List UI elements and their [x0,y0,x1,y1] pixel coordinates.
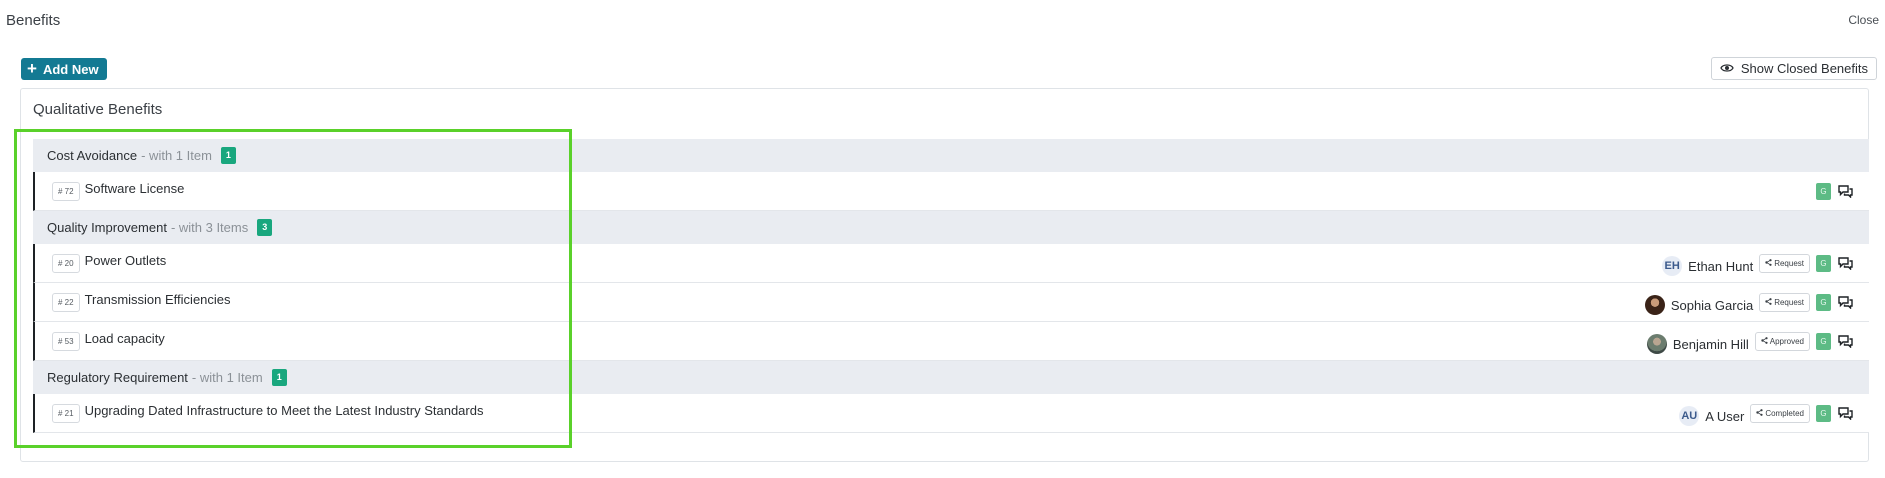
id-chip: # 72 [52,181,80,201]
qualitative-benefits-panel: Qualitative Benefits Cost Avoidance - wi… [20,88,1869,462]
plus-icon: + [27,59,37,78]
g-badge: G [1816,182,1831,200]
benefit-title[interactable]: Load capacity [85,331,165,346]
close-button[interactable]: Close [1848,13,1879,27]
avatar: EH [1662,256,1683,276]
g-badge: G [1816,404,1831,422]
avatar: AU [1679,406,1700,426]
chat-icon[interactable] [1837,184,1853,198]
status-label: Request [1774,258,1804,268]
group-subtitle: - with 1 Item [191,370,263,385]
owner-name: Benjamin Hill [1672,336,1749,352]
benefit-title[interactable]: Upgrading Dated Infrastructure to Meet t… [85,403,484,418]
g-badge: G [1816,254,1831,272]
group-row-cost-avoidance[interactable]: Cost Avoidance - with 1 Item 1 [33,139,1869,172]
avatar [1646,334,1667,354]
id-chip: # 20 [52,253,80,273]
status-button[interactable]: Approved [1754,331,1810,351]
share-icon [1765,258,1772,268]
group-subtitle: - with 3 Items [170,220,249,235]
share-icon [1756,408,1763,418]
g-badge: G [1816,332,1831,350]
add-new-button[interactable]: + Add New [21,58,107,80]
status-button[interactable]: Request [1759,292,1810,312]
status-button[interactable]: Request [1759,253,1810,273]
count-badge: 1 [220,147,236,164]
chat-icon[interactable] [1837,295,1853,309]
status-label: Completed [1765,408,1804,418]
add-new-label: Add New [42,61,99,77]
benefit-row-software-license[interactable]: # 72 Software License G [33,172,1869,211]
id-chip: # 21 [52,403,80,423]
benefit-row-transmission-efficiencies[interactable]: # 22 Transmission Efficiencies Sophia Ga… [33,283,1869,322]
page-title: Benefits [6,12,61,29]
count-badge: 1 [271,369,287,386]
group-row-quality-improvement[interactable]: Quality Improvement - with 3 Items 3 [33,211,1869,244]
panel-title: Qualitative Benefits [33,101,163,118]
chat-icon[interactable] [1837,406,1853,420]
id-chip: # 22 [52,292,80,312]
owner-name: A User [1705,408,1745,424]
group-name: Regulatory Requirement [47,370,188,385]
eye-icon [1720,61,1734,76]
share-icon [1765,297,1772,307]
group-subtitle: - with 1 Item [141,148,212,163]
chat-icon[interactable] [1837,334,1853,348]
share-icon [1761,336,1768,346]
id-chip: # 53 [52,331,80,351]
benefit-title[interactable]: Software License [85,181,185,196]
group-row-regulatory-requirement[interactable]: Regulatory Requirement - with 1 Item 1 [33,361,1869,394]
status-label: Approved [1769,336,1804,346]
benefit-row-upgrading-infrastructure[interactable]: # 21 Upgrading Dated Infrastructure to M… [33,394,1869,433]
chat-icon[interactable] [1837,256,1853,270]
status-label: Request [1774,297,1804,307]
group-name: Cost Avoidance [47,148,138,163]
owner-name: Ethan Hunt [1688,258,1754,274]
benefit-title[interactable]: Transmission Efficiencies [85,292,231,307]
owner-name: Sophia Garcia [1670,297,1754,313]
status-button[interactable]: Completed [1750,403,1810,423]
group-name: Quality Improvement [47,220,167,235]
g-badge: G [1816,293,1831,311]
avatar [1644,295,1665,315]
benefits-list: Cost Avoidance - with 1 Item 1 # 72 Soft… [33,139,1869,433]
show-closed-benefits-button[interactable]: Show Closed Benefits [1710,57,1877,80]
benefit-row-load-capacity[interactable]: # 53 Load capacity Benjamin Hill Approve… [33,322,1869,361]
show-closed-label: Show Closed Benefits [1740,61,1868,76]
benefit-row-power-outlets[interactable]: # 20 Power Outlets EH Ethan Hunt Request… [33,244,1869,283]
benefit-title[interactable]: Power Outlets [85,253,167,268]
count-badge: 3 [257,219,273,236]
